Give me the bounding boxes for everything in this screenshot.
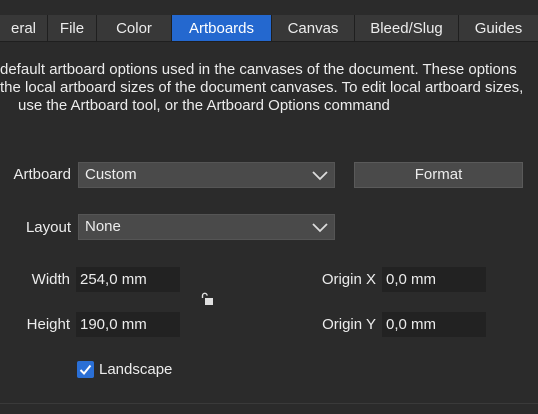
artboard-value: Custom	[85, 166, 137, 183]
artboard-dropdown[interactable]: Custom	[78, 162, 335, 188]
artboard-label: Artboard	[13, 166, 71, 183]
height-value: 190,0 mm	[80, 316, 147, 333]
height-field[interactable]: 190,0 mm	[76, 312, 180, 337]
origin-y-label: Origin Y	[322, 316, 376, 333]
tab-bleed-slug[interactable]: Bleed/Slug	[355, 15, 459, 41]
width-label: Width	[31, 271, 70, 288]
lock-open-icon[interactable]	[200, 292, 214, 306]
tab-general[interactable]: eral	[0, 15, 48, 41]
description-line: default artboard options used in the can…	[0, 61, 517, 78]
landscape-label[interactable]: Landscape	[99, 361, 172, 379]
width-field[interactable]: 254,0 mm	[76, 267, 180, 292]
chevron-down-icon	[312, 171, 328, 181]
origin-y-field[interactable]: 0,0 mm	[382, 312, 486, 337]
layout-label: Layout	[25, 219, 71, 236]
description-text: default artboard options used in the can…	[0, 61, 538, 115]
format-button[interactable]: Format	[354, 162, 523, 188]
tab-file[interactable]: File	[48, 15, 97, 41]
origin-x-field[interactable]: 0,0 mm	[382, 267, 486, 292]
chevron-down-icon	[312, 223, 328, 233]
tab-bar: eral File Color Artboards Canvas Bleed/S…	[0, 15, 538, 42]
layout-dropdown[interactable]: None	[78, 214, 335, 240]
width-value: 254,0 mm	[80, 271, 147, 288]
checkmark-icon	[79, 364, 92, 375]
origin-x-value: 0,0 mm	[386, 271, 437, 288]
tab-color[interactable]: Color	[97, 15, 172, 41]
layout-value: None	[85, 218, 121, 235]
description-line: the local artboard sizes of the document…	[0, 79, 524, 96]
tab-artboards[interactable]: Artboards	[172, 15, 272, 41]
bottom-divider	[0, 403, 538, 414]
tab-canvas[interactable]: Canvas	[272, 15, 355, 41]
height-label: Height	[26, 316, 70, 333]
landscape-checkbox[interactable]	[77, 361, 94, 378]
tab-guides[interactable]: Guides	[459, 15, 538, 41]
origin-x-label: Origin X	[321, 271, 376, 288]
description-line: use the Artboard tool, or the Artboard O…	[18, 97, 390, 114]
origin-y-value: 0,0 mm	[386, 316, 437, 333]
